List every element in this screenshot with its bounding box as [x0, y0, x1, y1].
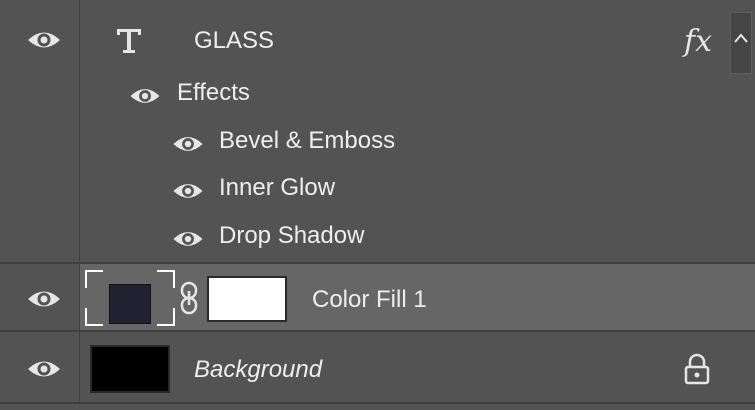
- eye-icon[interactable]: [27, 29, 61, 51]
- visibility-column: [0, 264, 80, 330]
- effect-row[interactable]: Inner Glow: [80, 173, 680, 209]
- effect-row[interactable]: Drop Shadow: [80, 221, 680, 257]
- visibility-column: [0, 0, 80, 262]
- effect-label: Inner Glow: [219, 174, 336, 201]
- background-thumbnail[interactable]: [90, 345, 170, 393]
- lock-icon[interactable]: [683, 353, 711, 385]
- fill-thumbnail[interactable]: [85, 270, 175, 326]
- layer-color-fill[interactable]: Color Fill 1: [0, 264, 755, 330]
- collapse-effects-button[interactable]: [730, 12, 752, 74]
- text-layer-icon: [117, 29, 141, 53]
- selection-corner: [157, 308, 175, 326]
- layer-name[interactable]: Background: [194, 356, 322, 384]
- eye-icon[interactable]: [172, 229, 204, 249]
- eye-icon[interactable]: [172, 181, 204, 201]
- layer-glass[interactable]: GLASS fx Effects Bevel & Emboss Inner Gl…: [0, 0, 755, 262]
- layer-mask-thumbnail[interactable]: [207, 276, 287, 322]
- eye-icon[interactable]: [129, 86, 161, 106]
- link-chain-icon[interactable]: [179, 281, 199, 315]
- layer-background[interactable]: Background: [0, 332, 755, 402]
- visibility-column: [0, 332, 80, 402]
- effect-label: Bevel & Emboss: [219, 127, 396, 154]
- layer-name[interactable]: Color Fill 1: [312, 286, 427, 314]
- effects-row[interactable]: Effects: [80, 78, 680, 114]
- layer-divider: [0, 402, 755, 404]
- eye-icon[interactable]: [27, 288, 61, 310]
- chevron-up-icon: [734, 33, 748, 43]
- selection-corner: [157, 270, 175, 288]
- fill-swatch: [109, 284, 151, 324]
- layer-name[interactable]: GLASS: [194, 27, 274, 55]
- effect-label: Drop Shadow: [219, 222, 365, 249]
- effects-label: Effects: [177, 79, 250, 106]
- selection-corner: [85, 270, 103, 288]
- eye-icon[interactable]: [172, 134, 204, 154]
- layers-panel: GLASS fx Effects Bevel & Emboss Inner Gl…: [0, 0, 755, 410]
- fx-icon[interactable]: fx: [684, 24, 712, 59]
- effect-row[interactable]: Bevel & Emboss: [80, 126, 680, 162]
- eye-icon[interactable]: [27, 358, 61, 380]
- selection-corner: [85, 308, 103, 326]
